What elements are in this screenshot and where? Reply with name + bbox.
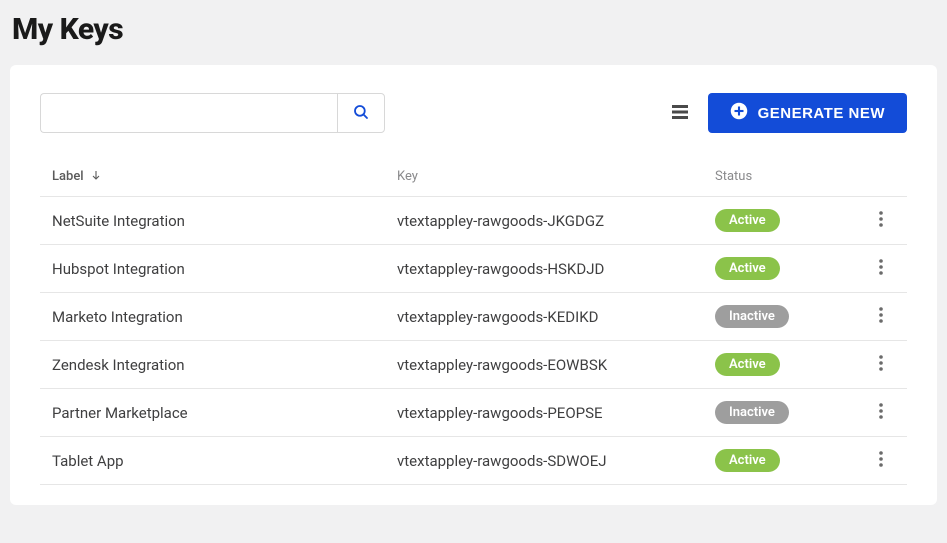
cell-key: vtextappley-rawgoods-KEDIKD bbox=[397, 308, 715, 326]
kebab-icon bbox=[879, 355, 883, 374]
table-body: NetSuite Integrationvtextappley-rawgoods… bbox=[40, 197, 907, 485]
keys-table: Label Key Status NetSuite Integrationvte… bbox=[40, 157, 907, 485]
plus-circle-icon bbox=[730, 102, 748, 124]
cell-status: Active bbox=[715, 209, 855, 232]
cell-label: Tablet App bbox=[52, 452, 397, 470]
table-row: Marketo Integrationvtextappley-rawgoods-… bbox=[40, 293, 907, 341]
status-badge: Active bbox=[715, 449, 780, 472]
cell-status: Active bbox=[715, 257, 855, 280]
kebab-icon bbox=[879, 403, 883, 422]
status-badge: Inactive bbox=[715, 305, 789, 328]
table-row: Zendesk Integrationvtextappley-rawgoods-… bbox=[40, 341, 907, 389]
search-input[interactable] bbox=[40, 93, 337, 133]
row-actions-button[interactable] bbox=[867, 447, 895, 475]
table-row: Tablet Appvtextappley-rawgoods-SDWOEJAct… bbox=[40, 437, 907, 485]
search-group bbox=[40, 93, 385, 133]
column-header-status[interactable]: Status bbox=[715, 169, 855, 184]
cell-key: vtextappley-rawgoods-HSKDJD bbox=[397, 260, 715, 278]
row-actions-button[interactable] bbox=[867, 351, 895, 379]
page-title: My Keys bbox=[12, 12, 947, 47]
generate-new-button[interactable]: GENERATE NEW bbox=[708, 93, 907, 133]
row-actions-button[interactable] bbox=[867, 255, 895, 283]
row-actions-button[interactable] bbox=[867, 399, 895, 427]
cell-key: vtextappley-rawgoods-PEOPSE bbox=[397, 404, 715, 422]
density-toggle-button[interactable] bbox=[668, 101, 692, 125]
status-badge: Inactive bbox=[715, 401, 789, 424]
cell-key: vtextappley-rawgoods-JKGDGZ bbox=[397, 212, 715, 230]
kebab-icon bbox=[879, 259, 883, 278]
search-icon bbox=[352, 103, 370, 124]
cell-key: vtextappley-rawgoods-SDWOEJ bbox=[397, 452, 715, 470]
toolbar: GENERATE NEW bbox=[40, 93, 907, 133]
table-row: Partner Marketplacevtextappley-rawgoods-… bbox=[40, 389, 907, 437]
cell-key: vtextappley-rawgoods-EOWBSK bbox=[397, 356, 715, 374]
row-actions-button[interactable] bbox=[867, 303, 895, 331]
status-badge: Active bbox=[715, 257, 780, 280]
generate-label: GENERATE NEW bbox=[758, 105, 885, 122]
density-icon bbox=[672, 105, 688, 122]
kebab-icon bbox=[879, 451, 883, 470]
cell-status: Active bbox=[715, 353, 855, 376]
column-header-key[interactable]: Key bbox=[397, 169, 715, 184]
table-row: Hubspot Integrationvtextappley-rawgoods-… bbox=[40, 245, 907, 293]
kebab-icon bbox=[879, 307, 883, 326]
cell-actions bbox=[855, 351, 895, 379]
keys-card: GENERATE NEW Label Key Status NetSuite I… bbox=[10, 65, 937, 505]
table-header: Label Key Status bbox=[40, 157, 907, 197]
status-badge: Active bbox=[715, 353, 780, 376]
cell-label: Zendesk Integration bbox=[52, 356, 397, 374]
cell-actions bbox=[855, 447, 895, 475]
cell-label: Marketo Integration bbox=[52, 308, 397, 326]
cell-actions bbox=[855, 207, 895, 235]
cell-label: Hubspot Integration bbox=[52, 260, 397, 278]
cell-label: Partner Marketplace bbox=[52, 404, 397, 422]
cell-actions bbox=[855, 303, 895, 331]
table-row: NetSuite Integrationvtextappley-rawgoods… bbox=[40, 197, 907, 245]
cell-label: NetSuite Integration bbox=[52, 212, 397, 230]
arrow-down-icon bbox=[90, 169, 102, 185]
cell-actions bbox=[855, 255, 895, 283]
search-button[interactable] bbox=[337, 93, 385, 133]
row-actions-button[interactable] bbox=[867, 207, 895, 235]
cell-status: Active bbox=[715, 449, 855, 472]
cell-status: Inactive bbox=[715, 401, 855, 424]
status-badge: Active bbox=[715, 209, 780, 232]
cell-status: Inactive bbox=[715, 305, 855, 328]
kebab-icon bbox=[879, 211, 883, 230]
cell-actions bbox=[855, 399, 895, 427]
column-header-label[interactable]: Label bbox=[52, 169, 397, 185]
